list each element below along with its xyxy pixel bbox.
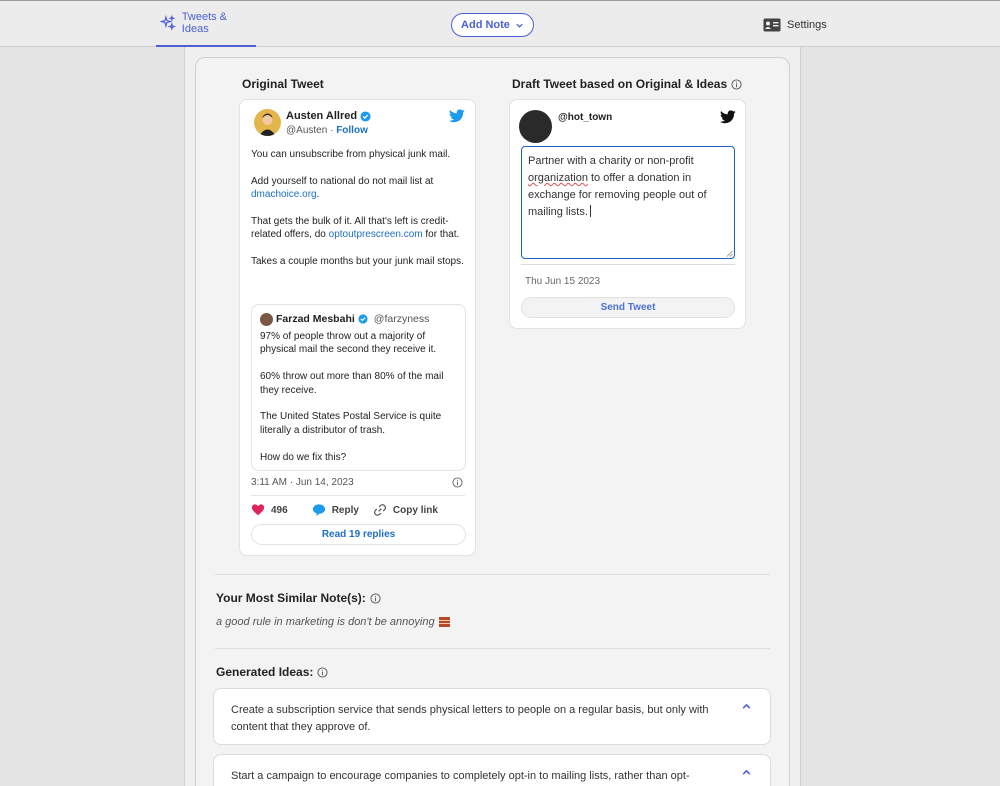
quoted-paragraph: 97% of people throw out a majority of ph…	[260, 331, 437, 356]
draft-tweet-heading-text: Draft Tweet based on Original & Ideas	[512, 77, 728, 91]
read-replies-button[interactable]: Read 19 replies	[251, 524, 466, 545]
draft-tweet-heading: Draft Tweet based on Original & Ideas	[512, 77, 742, 91]
draft-date: Thu Jun 15 2023	[525, 276, 601, 287]
generated-ideas-heading-text: Generated Ideas:	[216, 665, 314, 679]
draft-handle: @hot_town	[558, 112, 613, 123]
divider	[521, 264, 735, 265]
tweet-paragraph: Add yourself to national do not mail lis…	[251, 175, 469, 202]
copy-link-button[interactable]: Copy link	[373, 503, 438, 517]
quoted-author-handle: @farzyness	[373, 313, 430, 325]
resize-handle-icon[interactable]	[726, 250, 733, 257]
draft-text: Partner with a charity or non-profit	[528, 155, 694, 167]
original-tweet-card: Austen Allred @Austen · Follow You can u…	[239, 99, 476, 556]
send-tweet-button[interactable]: Send Tweet	[521, 297, 735, 318]
id-card-icon	[763, 18, 781, 32]
original-tweet-heading-text: Original Tweet	[242, 77, 324, 91]
info-icon[interactable]	[370, 592, 381, 604]
copy-link-label: Copy link	[392, 504, 438, 516]
verified-badge-icon	[360, 110, 371, 122]
settings-label: Settings	[787, 19, 827, 31]
chevron-up-icon[interactable]	[741, 701, 752, 712]
quoted-author: Farzad Mesbahi @farzyness	[276, 313, 429, 325]
like-count: 496	[271, 504, 288, 516]
link-icon	[373, 504, 386, 516]
quoted-paragraph: The United States Postal Service is quit…	[260, 411, 442, 436]
tweet-text: for that.	[422, 229, 460, 241]
quoted-avatar	[260, 313, 273, 326]
generated-ideas-heading: Generated Ideas:	[216, 665, 328, 679]
note-text: a good rule in marketing is don't be ann…	[216, 616, 435, 628]
tweet-text: Add yourself to national do not mail lis…	[251, 175, 434, 187]
reply-button[interactable]: Reply	[312, 503, 359, 517]
idea-item[interactable]: Create a subscription service that sends…	[213, 688, 771, 745]
heart-icon	[251, 504, 265, 516]
idea-item[interactable]: Start a campaign to encourage companies …	[213, 754, 771, 786]
reply-label: Reply	[331, 504, 359, 516]
tab-tweets-ideas-label: Tweets & Ideas	[181, 11, 228, 35]
tweet-actions: 496 Reply Copy link	[251, 503, 452, 517]
avatar	[519, 110, 552, 143]
author-name[interactable]: Austen Allred	[286, 110, 371, 122]
author-handle: @Austen · Follow	[286, 125, 368, 136]
author-handle-text: @Austen	[286, 125, 328, 136]
chevron-up-icon[interactable]	[741, 767, 752, 778]
similar-notes-heading: Your Most Similar Note(s):	[216, 591, 381, 605]
divider	[215, 574, 770, 575]
note-item: a good rule in marketing is don't be ann…	[216, 616, 450, 628]
tweet-paragraph: That gets the bulk of it. All that's lef…	[251, 215, 469, 242]
top-navigation-bar: Tweets & Ideas Add Note Settings	[0, 0, 1000, 47]
idea-text: Start a campaign to encourage companies …	[231, 770, 690, 782]
misspelled-word: organization	[528, 172, 588, 184]
draft-textarea[interactable]: Partner with a charity or non-profit org…	[521, 146, 735, 259]
info-icon[interactable]	[452, 477, 463, 488]
twitter-bird-icon	[720, 110, 736, 124]
dmachoice-link[interactable]: dmachoice.org	[251, 189, 317, 200]
quoted-body: 97% of people throw out a majority of ph…	[260, 330, 460, 477]
info-icon[interactable]	[731, 78, 742, 90]
optoutprescreen-link[interactable]: optoutprescreen.com	[329, 229, 423, 240]
similar-notes-heading-text: Your Most Similar Note(s):	[216, 591, 366, 605]
avatar[interactable]	[254, 109, 281, 136]
add-note-button[interactable]: Add Note	[451, 13, 534, 37]
divider	[251, 495, 465, 496]
follow-link[interactable]: Follow	[336, 125, 368, 136]
quoted-author-name: Farzad Mesbahi	[276, 313, 355, 325]
tweet-paragraph: You can unsubscribe from physical junk m…	[251, 149, 451, 160]
like-button[interactable]: 496	[251, 503, 288, 517]
text-caret	[589, 205, 591, 217]
divider	[215, 648, 770, 649]
add-note-label: Add Note	[461, 19, 510, 31]
tweet-paragraph: Takes a couple months but your junk mail…	[251, 256, 464, 268]
brick-icon	[438, 617, 450, 627]
sparkles-icon	[160, 15, 176, 31]
settings-button[interactable]: Settings	[763, 18, 827, 32]
quoted-paragraph: 60% throw out more than 80% of the mail …	[260, 371, 444, 396]
quoted-paragraph: How do we fix this?	[260, 451, 347, 463]
tweet-body: You can unsubscribe from physical junk m…	[251, 148, 469, 282]
tab-tweets-ideas[interactable]: Tweets & Ideas	[156, 1, 256, 47]
tweet-text: .	[316, 189, 320, 201]
speech-bubble-icon	[312, 504, 325, 516]
author-name-text: Austen Allred	[286, 110, 358, 122]
twitter-bird-icon[interactable]	[449, 109, 465, 123]
info-icon[interactable]	[317, 666, 328, 678]
verified-badge-icon	[358, 314, 368, 324]
draft-tweet-card: @hot_town Partner with a charity or non-…	[509, 99, 746, 329]
idea-text: Create a subscription service that sends…	[231, 704, 709, 733]
original-tweet-heading: Original Tweet	[242, 77, 324, 91]
quoted-tweet[interactable]: Farzad Mesbahi @farzyness 97% of people …	[251, 304, 466, 471]
chevron-down-icon	[516, 23, 523, 28]
tweet-timestamp[interactable]: 3:11 AM · Jun 14, 2023	[251, 477, 354, 488]
